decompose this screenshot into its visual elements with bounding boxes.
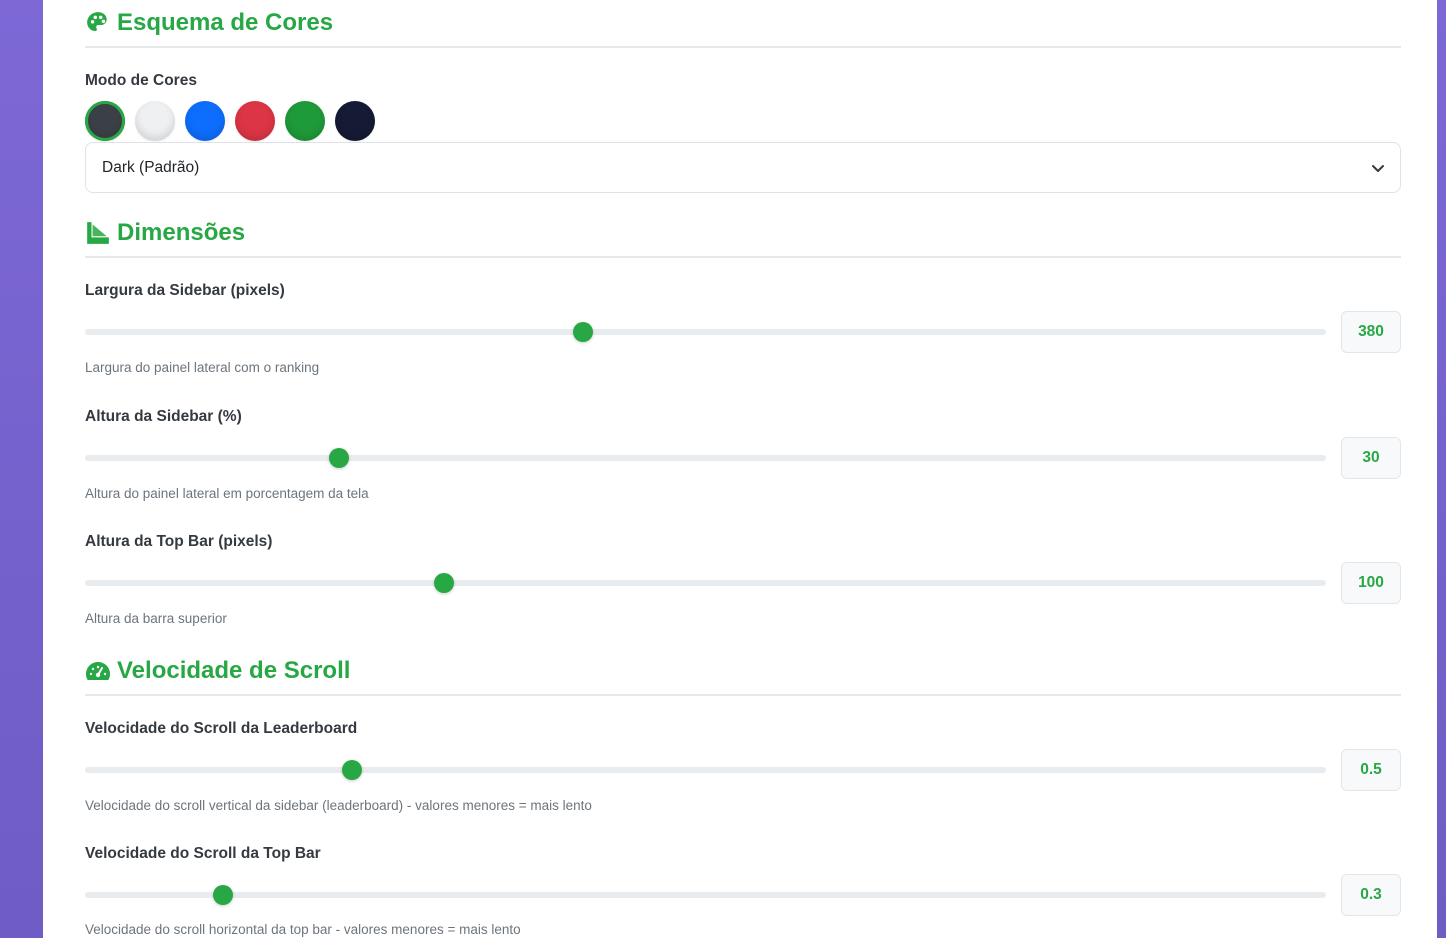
topbar-height-label: Altura da Top Bar (pixels) [85, 533, 273, 550]
divider [85, 256, 1401, 258]
swatch-light[interactable] [135, 101, 175, 141]
section-title-text: Dimensões [117, 219, 246, 246]
slider-thumb[interactable] [341, 760, 362, 780]
slider-thumb[interactable] [433, 573, 454, 593]
topbar-speed-slider[interactable] [85, 885, 1326, 905]
swatch-navy[interactable] [335, 101, 375, 141]
chevron-down-icon [1370, 160, 1386, 176]
ruler-icon [85, 220, 111, 246]
swatch-red[interactable] [235, 101, 275, 141]
sidebar-height-label: Altura da Sidebar (%) [85, 408, 242, 425]
divider [85, 694, 1401, 696]
leaderboard-speed-slider[interactable] [85, 760, 1326, 780]
swatch-dark[interactable] [85, 101, 125, 141]
select-value: Dark (Padrão) [102, 158, 200, 176]
sidebar-width-label: Largura da Sidebar (pixels) [85, 282, 285, 299]
sidebar-width-help: Largura do painel lateral com o ranking [85, 360, 320, 375]
swatch-green[interactable] [285, 101, 325, 141]
sidebar-height-value[interactable]: 30 [1341, 437, 1401, 479]
topbar-speed-value[interactable]: 0.3 [1341, 874, 1401, 916]
leaderboard-speed-value[interactable]: 0.5 [1341, 749, 1401, 791]
topbar-speed-label: Velocidade do Scroll da Top Bar [85, 845, 321, 862]
section-title-text: Velocidade de Scroll [117, 657, 351, 684]
section-title-text: Esquema de Cores [117, 9, 334, 36]
slider-thumb[interactable] [329, 448, 350, 468]
settings-panel: Esquema de Cores Modo de Cores Dark (Pad… [43, 0, 1437, 938]
section-title-dimensions: Dimensões [85, 216, 1401, 250]
topbar-speed-help: Velocidade do scroll horizontal da top b… [85, 922, 521, 937]
sidebar-height-help: Altura do painel lateral em porcentagem … [85, 486, 369, 501]
color-mode-label: Modo de Cores [85, 72, 197, 89]
topbar-height-value[interactable]: 100 [1341, 562, 1401, 604]
topbar-height-help: Altura da barra superior [85, 611, 227, 626]
topbar-height-slider[interactable] [85, 573, 1326, 593]
leaderboard-speed-help: Velocidade do scroll vertical da sidebar… [85, 798, 592, 813]
color-mode-select[interactable]: Dark (Padrão) [85, 142, 1401, 193]
sidebar-width-slider[interactable] [85, 322, 1326, 342]
swatch-blue[interactable] [185, 101, 225, 141]
sidebar-height-slider[interactable] [85, 448, 1326, 468]
slider-thumb[interactable] [212, 885, 233, 905]
section-title-color-scheme: Esquema de Cores [85, 6, 1401, 40]
section-title-scroll-speed: Velocidade de Scroll [85, 654, 1401, 688]
palette-icon [85, 10, 111, 36]
sidebar-width-value[interactable]: 380 [1341, 311, 1401, 353]
speedometer-icon [85, 658, 111, 684]
color-swatches [85, 101, 375, 141]
divider [85, 46, 1401, 48]
slider-thumb[interactable] [572, 322, 593, 342]
leaderboard-speed-label: Velocidade do Scroll da Leaderboard [85, 720, 358, 737]
